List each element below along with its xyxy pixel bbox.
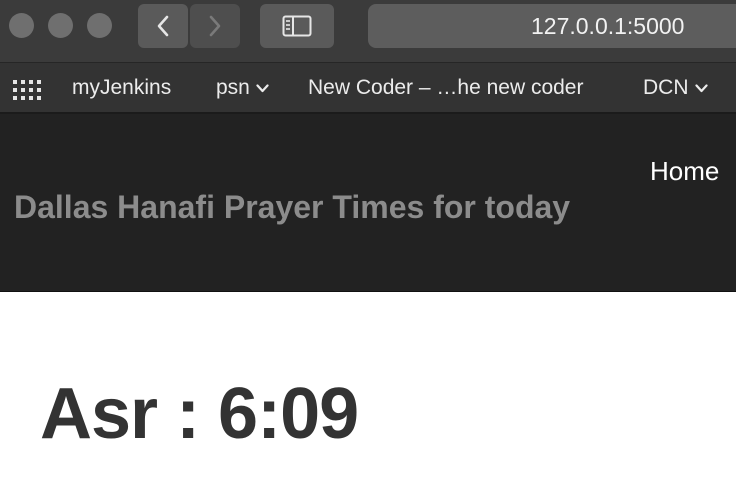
bookmark-label: DCN xyxy=(643,76,689,99)
browser-titlebar: 127.0.0.1:5000 xyxy=(0,0,736,62)
bookmarks-bar: myJenkins psn New Coder – …he new coder … xyxy=(0,62,736,114)
sidebar-icon xyxy=(282,15,312,37)
zoom-window-button[interactable] xyxy=(87,13,112,38)
bookmark-dcn[interactable]: DCN xyxy=(643,63,708,113)
bookmark-new-coder[interactable]: New Coder – …he new coder xyxy=(308,63,583,113)
site-navbar: Dallas Hanafi Prayer Times for today Hom… xyxy=(0,114,736,292)
close-window-button[interactable] xyxy=(9,13,34,38)
forward-button[interactable] xyxy=(190,4,240,48)
prayer-time-heading: Asr : 6:09 xyxy=(40,374,359,454)
nav-home-link[interactable]: Home xyxy=(650,156,719,187)
bookmark-label: New Coder – …he new coder xyxy=(308,76,584,99)
chevron-left-icon xyxy=(157,15,169,37)
history-navigation xyxy=(138,4,240,48)
url-text: 127.0.0.1:5000 xyxy=(531,13,685,39)
chevron-down-icon xyxy=(694,84,708,93)
grid-icon[interactable] xyxy=(13,80,41,100)
bookmark-myjenkins[interactable]: myJenkins xyxy=(72,63,171,113)
site-title: Dallas Hanafi Prayer Times for today xyxy=(14,189,571,225)
bookmark-label: myJenkins xyxy=(72,76,172,99)
bookmark-label: psn xyxy=(216,76,250,99)
chevron-down-icon xyxy=(256,84,269,93)
sidebar-toggle-button[interactable] xyxy=(260,4,334,48)
back-button[interactable] xyxy=(138,4,188,48)
address-bar[interactable]: 127.0.0.1:5000 xyxy=(368,4,736,48)
minimize-window-button[interactable] xyxy=(48,13,73,38)
bookmark-psn[interactable]: psn xyxy=(216,63,269,113)
chevron-right-icon xyxy=(209,15,221,37)
